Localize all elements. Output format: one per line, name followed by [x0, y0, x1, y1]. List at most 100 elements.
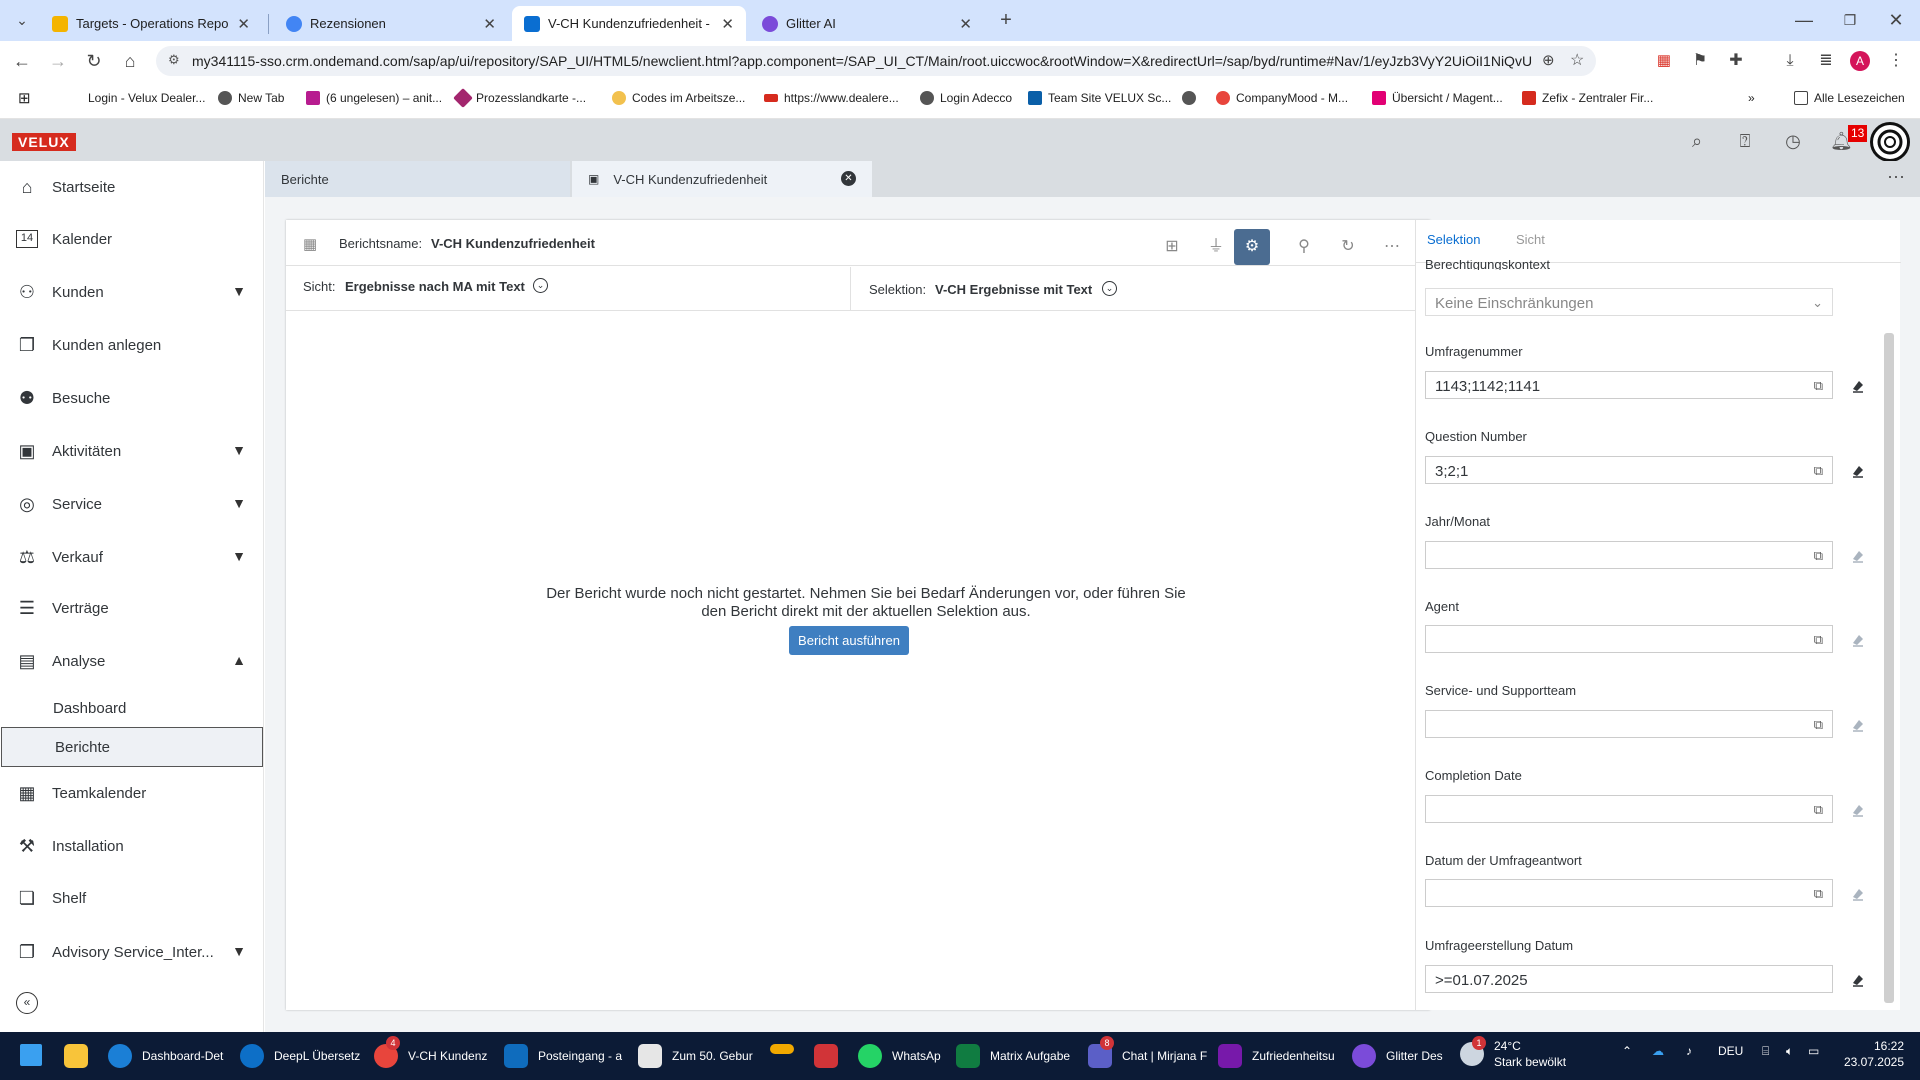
- table-settings-icon[interactable]: ▦: [303, 235, 317, 253]
- eraser-icon[interactable]: [1850, 886, 1866, 902]
- tab-sicht[interactable]: Sicht: [1516, 232, 1545, 247]
- response-date-input[interactable]: ⧉: [1425, 879, 1833, 907]
- overflow-icon[interactable]: ⋯: [1887, 167, 1905, 188]
- nav-item-besuche[interactable]: ⚉ Besuche: [0, 376, 264, 420]
- tab-selektion[interactable]: Selektion: [1427, 232, 1480, 247]
- nav-item-aktivitaeten[interactable]: ▣ Aktivitäten ▼: [0, 429, 264, 473]
- extension-microsoft-icon[interactable]: ▦: [1652, 49, 1676, 73]
- nav-item-service[interactable]: ◎ Service ▼: [0, 482, 264, 526]
- browser-tab-targets[interactable]: Targets - Operations Report ✕: [40, 6, 262, 41]
- reload-icon[interactable]: ↻: [82, 49, 106, 73]
- nav-item-verkauf[interactable]: ⚖ Verkauf ▼: [0, 535, 264, 579]
- eraser-icon[interactable]: [1850, 717, 1866, 733]
- survey-creation-date-input[interactable]: >=01.07.2025: [1425, 965, 1833, 993]
- restore-icon[interactable]: ❐: [1838, 8, 1862, 32]
- panel-scrollbar[interactable]: [1884, 333, 1894, 1003]
- close-icon[interactable]: ✕: [721, 15, 734, 33]
- forward-icon[interactable]: →: [46, 49, 70, 73]
- taskbar-app[interactable]: Glitter Des: [1352, 1044, 1443, 1068]
- user-avatar[interactable]: [1870, 122, 1910, 162]
- bookmark-item[interactable]: New Tab: [218, 91, 284, 105]
- service-team-input[interactable]: ⧉: [1425, 710, 1833, 738]
- microphone-icon[interactable]: ♪: [1686, 1044, 1692, 1058]
- bookmark-item[interactable]: Übersicht / Magent...: [1372, 91, 1503, 105]
- browser-tab-rezensionen[interactable]: Rezensionen ✕: [274, 6, 508, 41]
- jahr-monat-input[interactable]: ⧉: [1425, 541, 1833, 569]
- taskbar-app[interactable]: DeepL Übersetz: [240, 1044, 360, 1068]
- download-icon[interactable]: ⤓: [1778, 49, 1802, 73]
- eraser-icon[interactable]: [1850, 548, 1866, 564]
- view-dropdown-icon[interactable]: ⌄: [533, 278, 548, 293]
- bookmark-item[interactable]: [1182, 91, 1202, 105]
- window-close-icon[interactable]: ✕: [1884, 8, 1908, 32]
- nav-item-analyse[interactable]: ▤ Analyse ▲: [0, 639, 264, 683]
- eraser-icon[interactable]: [1850, 802, 1866, 818]
- nav-item-startseite[interactable]: ⌂ Startseite: [0, 165, 264, 209]
- filter-icon[interactable]: ⏚: [1198, 229, 1234, 265]
- all-bookmarks[interactable]: Alle Lesezeichen: [1794, 91, 1905, 105]
- nav-item-kunden-anlegen[interactable]: ❐ Kunden anlegen: [0, 323, 264, 367]
- context-select[interactable]: Keine Einschränkungen ⌄: [1425, 288, 1833, 316]
- eraser-icon[interactable]: [1850, 632, 1866, 648]
- tab-berichte[interactable]: Berichte: [265, 161, 570, 197]
- volume-icon[interactable]: 🔈︎: [1786, 1044, 1793, 1059]
- start-button[interactable]: [20, 1044, 52, 1066]
- home-icon[interactable]: ⌂: [118, 49, 142, 73]
- search-icon[interactable]: ⌕: [1686, 130, 1708, 152]
- close-icon[interactable]: ✕: [237, 15, 250, 33]
- close-icon[interactable]: ✕: [483, 15, 496, 33]
- grid-icon[interactable]: ⊞: [1154, 229, 1190, 265]
- hierarchy-icon[interactable]: ⚲: [1286, 229, 1322, 265]
- taskbar-app[interactable]: Matrix Aufgabe: [956, 1044, 1070, 1068]
- selection-value[interactable]: V-CH Ergebnisse mit Text: [935, 282, 1092, 297]
- bookmark-item[interactable]: Prozesslandkarte -...: [453, 88, 586, 108]
- eraser-icon[interactable]: [1850, 378, 1866, 394]
- taskbar-app[interactable]: Dashboard-Det: [108, 1044, 223, 1068]
- view-value[interactable]: Ergebnisse nach MA mit Text: [345, 279, 525, 294]
- bookmark-item[interactable]: Login Adecco: [920, 91, 1012, 105]
- kebab-menu-icon[interactable]: ⋮: [1884, 49, 1908, 73]
- nav-item-teamkalender[interactable]: ▦ Teamkalender: [0, 771, 264, 815]
- nav-item-advisory[interactable]: ❐ Advisory Service_Inter... ▼: [0, 930, 264, 974]
- browser-tab-vch-active[interactable]: V-CH Kundenzufriedenheit - SAP ✕: [512, 6, 746, 41]
- onedrive-icon[interactable]: ☁: [1652, 1044, 1664, 1058]
- nav-subitem-dashboard[interactable]: Dashboard: [0, 688, 264, 728]
- new-tab-button[interactable]: +: [994, 8, 1018, 32]
- run-report-button[interactable]: Bericht ausführen: [789, 626, 909, 655]
- completion-date-input[interactable]: ⧉: [1425, 795, 1833, 823]
- site-info-icon[interactable]: ⚙: [168, 52, 180, 68]
- tab-search-chevron-icon[interactable]: ⌄: [10, 8, 34, 32]
- nav-item-installation[interactable]: ⚒ Installation: [0, 824, 264, 868]
- bookmark-item[interactable]: Zefix - Zentraler Fir...: [1522, 91, 1653, 105]
- taskbar-app[interactable]: [814, 1044, 848, 1068]
- bookmark-item[interactable]: https://www.dealere...: [764, 91, 899, 105]
- bookmark-item[interactable]: CompanyMood - M...: [1216, 91, 1348, 105]
- language-indicator[interactable]: DEU: [1718, 1044, 1743, 1058]
- omnibox[interactable]: ⚙ my341115-sso.crm.ondemand.com/sap/ap/u…: [156, 46, 1596, 76]
- bookmark-item[interactable]: Login - Velux Dealer...: [68, 91, 205, 105]
- agent-input[interactable]: ⧉: [1425, 625, 1833, 653]
- umfragenummer-input[interactable]: 1143;1142;1141 ⧉: [1425, 371, 1833, 399]
- tray-chevron-icon[interactable]: ⌃: [1622, 1044, 1632, 1058]
- bookmark-star-icon[interactable]: ☆: [1570, 50, 1584, 70]
- taskbar-app[interactable]: WhatsAp: [858, 1044, 941, 1068]
- taskbar-app[interactable]: Posteingang - a: [504, 1044, 622, 1068]
- nav-item-kalender[interactable]: 14 Kalender: [0, 217, 264, 261]
- battery-icon[interactable]: ▭: [1808, 1044, 1819, 1058]
- puzzle-icon[interactable]: ✚: [1724, 49, 1748, 73]
- extension-icon[interactable]: ⚑: [1688, 49, 1712, 73]
- close-tab-icon[interactable]: ✕: [841, 171, 856, 186]
- file-explorer-icon[interactable]: [64, 1044, 98, 1068]
- taskbar-app[interactable]: Zufriedenheitsu: [1218, 1044, 1335, 1068]
- nav-subitem-berichte[interactable]: Berichte: [1, 727, 263, 767]
- bookmark-item[interactable]: (6 ungelesen) – anit...: [306, 91, 442, 105]
- apps-grid-icon[interactable]: ⊞: [18, 89, 31, 107]
- network-icon[interactable]: ⌸: [1762, 1044, 1769, 1059]
- refresh-icon[interactable]: ↻: [1330, 229, 1366, 265]
- taskbar-app[interactable]: [770, 1044, 804, 1054]
- nav-item-vertraege[interactable]: ☰ Verträge: [0, 586, 264, 630]
- tab-vch-kundenzufriedenheit[interactable]: ▣ V-CH Kundenzufriedenheit ✕: [572, 161, 872, 197]
- question-number-input[interactable]: 3;2;1 ⧉: [1425, 456, 1833, 484]
- eraser-icon[interactable]: [1850, 463, 1866, 479]
- zoom-icon[interactable]: ⊕: [1542, 51, 1555, 69]
